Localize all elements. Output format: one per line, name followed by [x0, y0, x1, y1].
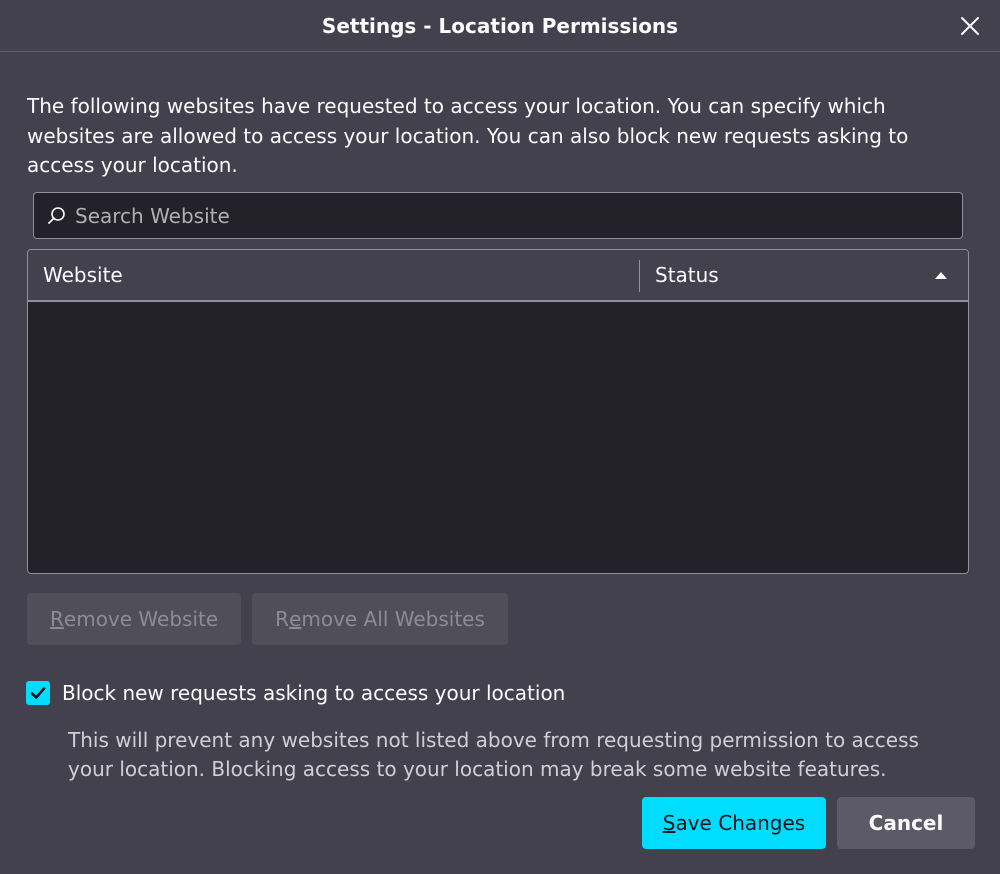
- close-icon: [961, 17, 979, 35]
- column-header-status[interactable]: Status: [640, 250, 968, 300]
- sort-ascending-icon: [934, 270, 948, 280]
- dialog-title: Settings - Location Permissions: [321, 13, 679, 38]
- remove-website-button[interactable]: Remove Website: [27, 593, 242, 645]
- column-header-website-label: Website: [43, 263, 123, 287]
- block-requests-hint: This will prevent any websites not liste…: [68, 728, 919, 781]
- location-permissions-dialog: Settings - Location Permissions The foll…: [0, 0, 1000, 874]
- block-requests-checkbox[interactable]: [26, 681, 50, 705]
- checkmark-icon: [30, 687, 46, 699]
- remove-all-websites-button[interactable]: Re move All Websites: [252, 593, 508, 645]
- search-box[interactable]: [33, 192, 963, 239]
- dialog-titlebar: Settings - Location Permissions: [0, 0, 1000, 52]
- save-changes-button[interactable]: Save Changes: [642, 797, 826, 849]
- search-icon: [47, 206, 67, 226]
- table-actions: Remove Website Re move All Websites: [27, 593, 508, 645]
- block-requests-label[interactable]: Block new requests asking to access your…: [62, 681, 565, 705]
- search-website-input[interactable]: [75, 193, 962, 238]
- block-requests-option[interactable]: Block new requests asking to access your…: [26, 681, 565, 705]
- column-header-website[interactable]: Website: [28, 250, 640, 300]
- table-header: Website Status: [28, 250, 968, 302]
- close-button[interactable]: [954, 10, 986, 42]
- column-header-status-label: Status: [655, 263, 719, 287]
- cancel-button[interactable]: Cancel: [837, 797, 975, 849]
- column-divider[interactable]: [639, 260, 640, 292]
- permissions-description: The following websites have requested to…: [27, 94, 909, 177]
- websites-table: Website Status: [27, 249, 969, 574]
